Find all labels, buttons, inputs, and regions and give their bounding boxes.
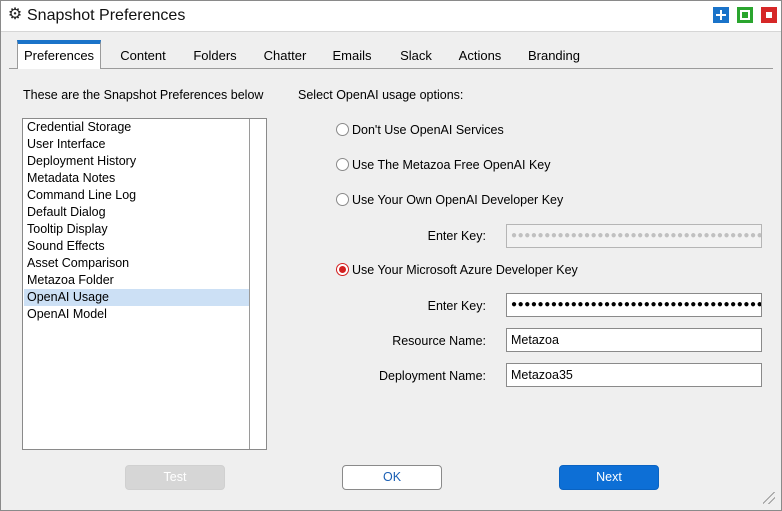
deployment-name-label: Deployment Name: [379, 369, 486, 383]
radio-button[interactable] [336, 193, 349, 206]
resource-name-field[interactable]: Metazoa [506, 328, 762, 352]
tab-label: Emails [332, 48, 372, 63]
tab-label: Folders [193, 48, 237, 63]
deployment-name-field[interactable]: Metazoa35 [506, 363, 762, 387]
add-button[interactable] [713, 7, 729, 23]
resize-grip-icon[interactable] [763, 492, 775, 504]
window-title: Snapshot Preferences [27, 7, 186, 24]
radio-label: Don't Use OpenAI Services [352, 123, 504, 137]
ok-button[interactable]: OK [342, 465, 442, 490]
radio-button-selected[interactable] [336, 263, 349, 276]
tab-preferences[interactable]: Preferences [17, 40, 101, 69]
title-bar: ⚙ Snapshot Preferences [1, 1, 781, 32]
own-key-label: Enter Key: [427, 229, 486, 243]
preferences-list[interactable]: Credential Storage User Interface Deploy… [22, 118, 267, 450]
preferences-list-heading: These are the Snapshot Preferences below [23, 88, 264, 102]
next-button[interactable]: Next [559, 465, 659, 490]
close-button[interactable] [761, 7, 777, 23]
radio-label: Use The Metazoa Free OpenAI Key [352, 158, 551, 172]
tab-content[interactable]: Content [109, 40, 177, 68]
radio-button[interactable] [336, 123, 349, 136]
list-item[interactable]: Deployment History [24, 153, 251, 170]
list-item[interactable]: Credential Storage [24, 119, 251, 136]
openai-options-heading: Select OpenAI usage options: [298, 88, 464, 102]
list-item[interactable]: OpenAI Model [24, 306, 251, 323]
radio-button[interactable] [336, 158, 349, 171]
own-key-field[interactable]: ●●●●●●●●●●●●●●●●●●●●●●●●●●●●●●●●●●●●●● [506, 224, 762, 248]
tab-label: Branding [527, 48, 581, 63]
list-item[interactable]: Sound Effects [24, 238, 251, 255]
radio-label: Use Your Own OpenAI Developer Key [352, 193, 564, 207]
tab-actions[interactable]: Actions [447, 40, 513, 68]
list-scrollbar[interactable] [249, 119, 266, 449]
snapshot-preferences-window: ⚙ Snapshot Preferences Preferences Conte… [0, 0, 782, 511]
azure-key-label: Enter Key: [427, 299, 486, 313]
list-item[interactable]: Asset Comparison [24, 255, 251, 272]
radio-label: Use Your Microsoft Azure Developer Key [352, 263, 578, 277]
tab-branding[interactable]: Branding [519, 40, 589, 68]
list-item[interactable]: User Interface [24, 136, 251, 153]
list-item[interactable]: Command Line Log [24, 187, 251, 204]
test-button[interactable]: Test [125, 465, 225, 490]
list-item[interactable]: Tooltip Display [24, 221, 251, 238]
tab-label: Actions [458, 48, 502, 63]
tab-slack[interactable]: Slack [387, 40, 445, 68]
tab-label: Slack [400, 48, 432, 63]
maximize-button[interactable] [737, 7, 753, 23]
list-item[interactable]: Metazoa Folder [24, 272, 251, 289]
tab-folders[interactable]: Folders [181, 40, 249, 68]
tab-chatter[interactable]: Chatter [251, 40, 319, 68]
tab-label: Content [120, 48, 166, 63]
list-item[interactable]: Metadata Notes [24, 170, 251, 187]
tab-label: Preferences [23, 48, 95, 63]
tab-emails[interactable]: Emails [319, 40, 385, 68]
resource-name-label: Resource Name: [392, 334, 486, 348]
list-item-selected[interactable]: OpenAI Usage [24, 289, 251, 306]
azure-key-field[interactable]: ●●●●●●●●●●●●●●●●●●●●●●●●●●●●●●●●●●●●●● [506, 293, 762, 317]
list-item[interactable]: Default Dialog [24, 204, 251, 221]
gear-icon: ⚙ [7, 6, 23, 23]
tab-label: Chatter [263, 48, 307, 63]
